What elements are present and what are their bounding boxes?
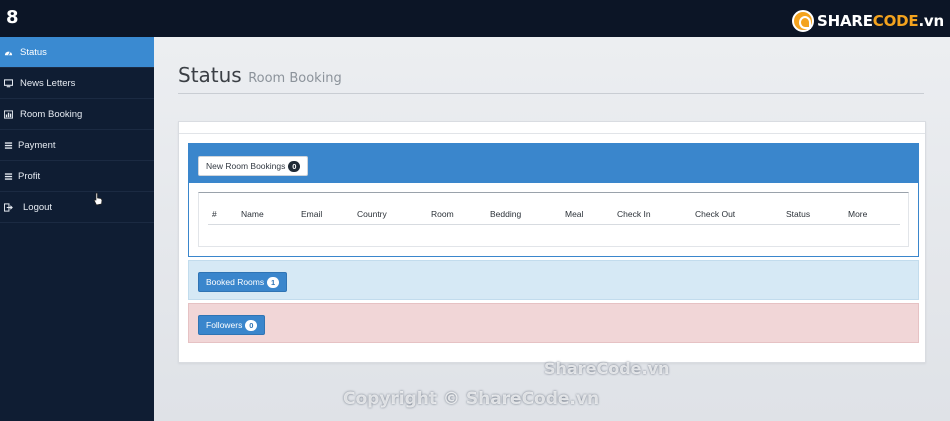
chart-icon	[4, 110, 13, 119]
new-bookings-panel-header: New Room Bookings 0	[189, 144, 918, 183]
table-header-cell: Country	[357, 209, 387, 219]
booked-rooms-count-badge: 1	[267, 276, 280, 288]
table-header-cell: More	[848, 209, 868, 219]
table-header-cell: Status	[786, 209, 811, 219]
desktop-icon	[4, 79, 13, 88]
sharecode-logo-icon	[792, 10, 814, 32]
card-header-strip	[179, 122, 925, 134]
list-icon	[4, 173, 13, 180]
followers-panel: Followers 0	[188, 303, 919, 343]
followers-button[interactable]: Followers 0	[198, 315, 266, 335]
followers-label: Followers	[206, 320, 243, 330]
new-room-bookings-label: New Room Bookings	[206, 161, 286, 171]
sharecode-logo: SHARECODE.vn	[792, 10, 944, 32]
table-header-cell: Check In	[617, 209, 651, 219]
table-header-cell: Bedding	[490, 209, 522, 219]
sidebar-item-profit[interactable]: Profit	[0, 161, 154, 192]
new-bookings-panel: New Room Bookings 0 # Name Email Country…	[188, 143, 919, 257]
sidebar-item-logout[interactable]: Logout	[0, 192, 154, 223]
sign-out-icon	[4, 203, 13, 212]
table-header-cell: #	[212, 209, 217, 219]
brand-logo[interactable]: 8	[6, 7, 19, 28]
booked-rooms-button[interactable]: Booked Rooms 1	[198, 272, 288, 292]
copyright-watermark: Copyright © ShareCode.vn	[343, 389, 600, 409]
sidebar-item-label: Profit	[18, 171, 41, 182]
status-card: New Room Bookings 0 # Name Email Country…	[178, 121, 926, 363]
booked-rooms-panel: Booked Rooms 1	[188, 260, 919, 300]
table-header-cell: Room	[431, 209, 454, 219]
sidebar-item-label: Payment	[18, 140, 56, 151]
hand-cursor-icon	[93, 192, 103, 206]
new-room-bookings-button[interactable]: New Room Bookings 0	[198, 156, 309, 176]
sidebar-item-room-booking[interactable]: Room Booking	[0, 99, 154, 130]
sidebar-item-status[interactable]: Status	[0, 37, 154, 68]
sidebar-item-news-letters[interactable]: News Letters	[0, 68, 154, 99]
followers-count-badge: 0	[245, 319, 258, 331]
sidebar-item-payment[interactable]: Payment	[0, 130, 154, 161]
page-title: Status	[178, 63, 242, 87]
sidebar-item-label: Room Booking	[20, 109, 83, 120]
sharecode-logo-text: SHARECODE.vn	[817, 12, 944, 30]
page-header: Status Room Booking	[178, 63, 924, 94]
sidebar-item-label: News Letters	[20, 78, 76, 89]
table-header-cell: Meal	[565, 209, 584, 219]
sidebar-item-label: Status	[20, 47, 47, 58]
sidebar-item-label: Logout	[23, 202, 53, 213]
bookings-table: # Name Email Country Room Bedding Meal C…	[198, 192, 909, 247]
top-navbar: 8 SHARECODE.vn	[0, 0, 950, 37]
table-header-cell: Email	[301, 209, 323, 219]
table-header-cell: Name	[241, 209, 264, 219]
watermark-text: ShareCode.vn	[544, 359, 670, 378]
dashboard-icon	[4, 51, 13, 56]
table-header-cell: Check Out	[695, 209, 736, 219]
sidebar: Status News Letters Room Booking Payment…	[0, 37, 154, 421]
new-room-bookings-count-badge: 0	[288, 160, 301, 172]
page-subtitle: Room Booking	[248, 71, 342, 86]
booked-rooms-label: Booked Rooms	[206, 277, 265, 287]
table-header-divider	[208, 224, 900, 225]
list-icon	[4, 142, 13, 149]
